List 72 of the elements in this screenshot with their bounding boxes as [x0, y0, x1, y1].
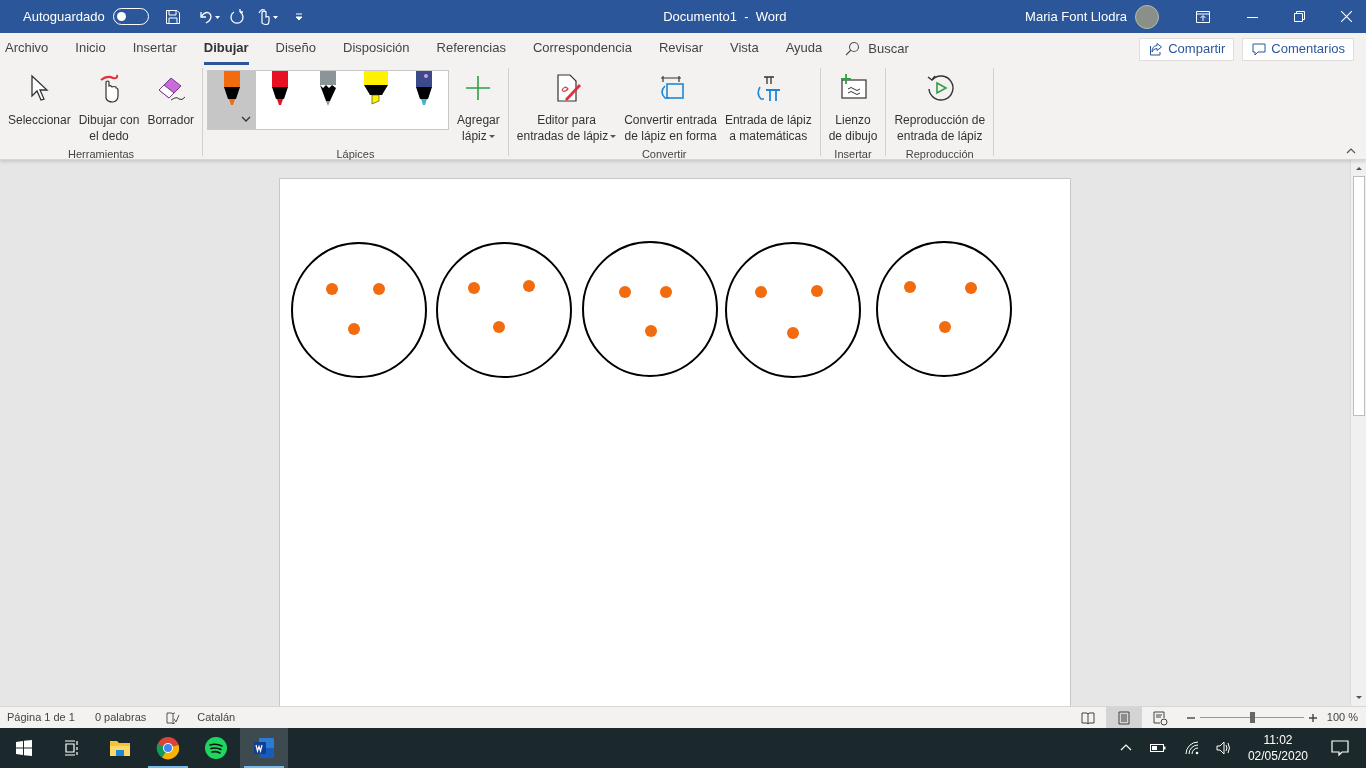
vertical-scrollbar[interactable] [1350, 160, 1366, 706]
ribbon-tab[interactable]: Disposición [343, 33, 410, 65]
group-label: Lápices [336, 147, 375, 162]
ribbon-button[interactable]: Agregar lápiz [453, 68, 504, 146]
battery-icon[interactable] [1149, 742, 1166, 754]
ribbon-button[interactable]: Seleccionar [4, 68, 75, 146]
ribbon-button[interactable]: Dibujar con el dedo [74, 68, 144, 146]
comment-icon [1251, 41, 1268, 57]
restore-icon[interactable] [1294, 11, 1305, 22]
ribbon-tab[interactable]: Archivo [5, 33, 49, 65]
user-name[interactable]: Maria Font Llodra [1025, 6, 1127, 27]
word-app-icon [252, 736, 276, 760]
taskbar-app[interactable] [240, 728, 288, 768]
word-count[interactable]: 0 palabras [94, 709, 147, 726]
ribbon-button[interactable]: Convertir entrada de lápiz en forma [620, 68, 721, 146]
ribbon-tab[interactable]: Diseño [275, 33, 317, 65]
clock-time: 11:02 [1263, 732, 1293, 748]
wifi-icon[interactable] [1183, 740, 1200, 756]
share-icon [1148, 41, 1165, 57]
group-label: Reproducción [905, 147, 974, 162]
zoom-in-icon[interactable] [1307, 712, 1318, 723]
ribbon-tab[interactable]: Insertar [132, 33, 177, 65]
collapse-ribbon-icon[interactable] [1346, 146, 1356, 156]
redo-icon[interactable] [228, 8, 245, 25]
circle-face-drawing[interactable] [582, 241, 718, 377]
group-label: Herramientas [68, 147, 135, 162]
group-label: Convertir [641, 147, 687, 162]
comments-button[interactable]: Comentarios [1242, 37, 1354, 61]
notification-icon[interactable] [1330, 738, 1350, 758]
close-icon[interactable] [1341, 11, 1352, 22]
window-title: Documento1 - Word [663, 7, 787, 26]
touch-mode-icon[interactable] [256, 8, 281, 25]
ribbon-button[interactable]: Editor para entradas de lápiz [512, 68, 621, 146]
page-count[interactable]: Página 1 de 1 [7, 709, 75, 726]
ribbon-display-icon[interactable] [1195, 8, 1211, 25]
view-icon [1115, 709, 1132, 726]
share-button[interactable]: Compartir [1139, 37, 1235, 61]
zoom-slider-thumb[interactable] [1249, 712, 1255, 723]
ribbon-tab[interactable]: Ayuda [785, 33, 823, 65]
avatar[interactable] [1135, 4, 1159, 29]
circle-face-drawing[interactable] [436, 242, 572, 378]
ribbon-button[interactable]: Reproducción de entrada de lápiz [890, 68, 990, 146]
view-icon [1151, 709, 1168, 726]
search-icon [844, 41, 861, 57]
browser-icon [156, 736, 180, 760]
ribbon-tab[interactable]: Vista [730, 33, 759, 65]
zoom-percentage[interactable]: 100 % [1326, 709, 1358, 726]
pen-option[interactable] [208, 71, 257, 129]
ribbon-button[interactable]: Entrada de lápiz a matemáticas [720, 68, 816, 146]
ribbon-tab[interactable]: Referencias [436, 33, 506, 65]
volume-icon[interactable] [1215, 740, 1232, 756]
clock-date: 02/05/2020 [1247, 748, 1308, 764]
group-label: Insertar [834, 147, 872, 162]
circle-face-drawing[interactable] [876, 241, 1012, 377]
proofing-book-icon[interactable] [166, 710, 181, 725]
music-app-icon [204, 736, 228, 760]
save-icon[interactable] [164, 8, 181, 25]
ribbon-tab[interactable]: Inicio [75, 33, 106, 65]
ribbon-tab[interactable]: Correspondencia [532, 33, 632, 65]
windows-logo-icon [16, 740, 32, 756]
ribbon-button[interactable]: Borrador [143, 68, 199, 146]
clock[interactable]: 11:02 02/05/2020 [1247, 732, 1308, 764]
circle-face-drawing[interactable] [725, 242, 861, 378]
view-icon [1079, 709, 1096, 726]
language-label[interactable]: Catalán [197, 709, 236, 726]
ribbon-button[interactable]: Lienzo de dibujo [824, 68, 882, 146]
autosave-label: Autoguardado [23, 7, 105, 26]
search-field[interactable]: Buscar [868, 39, 949, 59]
circle-face-drawing[interactable] [291, 242, 427, 378]
view-mode-button[interactable] [1105, 707, 1142, 728]
ribbon-tab[interactable]: Revisar [658, 33, 703, 65]
task-view-icon [64, 740, 80, 756]
